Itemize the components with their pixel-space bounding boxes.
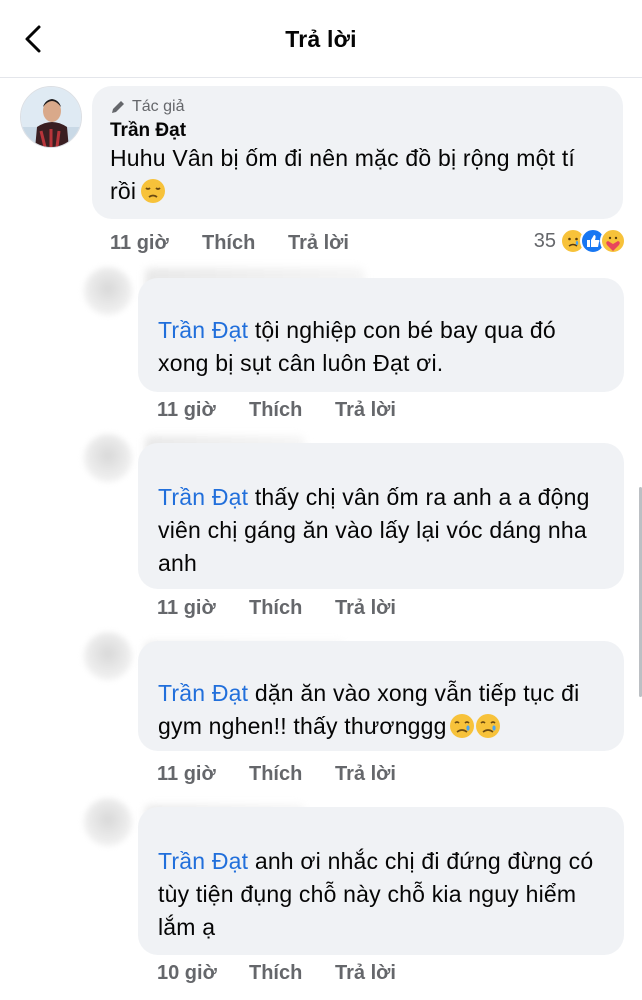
mention-link[interactable]: Trần Đạt [158,680,248,706]
reply-time: 11 giờ [157,399,216,421]
reply-text: Trần Đạt dặn ăn vào xong vẫn tiếp tục đi… [158,677,604,748]
reply-bubble[interactable]: Trần Đạt tội nghiệp con bé bay qua đó xo… [138,278,624,392]
comment-text: Huhu Vân bị ốm đi nên mặc đồ bị rộng một… [110,142,605,213]
reply-button[interactable]: Trả lời [288,232,349,255]
reaction-summary[interactable]: 35 [534,228,626,254]
mention-link[interactable]: Trần Đạt [158,484,248,510]
reply-text: Trần Đạt tội nghiệp con bé bay qua đó xo… [158,317,556,376]
author-comment-bubble[interactable]: Tác giả Trần Đạt Huhu Vân bị ốm đi nên m… [92,86,623,219]
reply-text: Trần Đạt thấy chị vân ốm ra anh a a động… [158,484,590,576]
comment-time: 11 giờ [110,232,169,254]
reply-actions: 11 giờ Thích Trả lời [157,763,396,786]
pencil-icon [112,101,124,113]
reply-time: 11 giờ [157,597,216,619]
avatar[interactable] [84,434,132,482]
reply-button[interactable]: Trả lời [335,962,396,985]
top-bar: Trả lời [0,0,642,78]
reaction-count: 35 [533,229,556,252]
page-title: Trả lời [285,26,357,52]
mention-link[interactable]: Trần Đạt [158,848,248,874]
reply-time: 11 giờ [157,763,216,785]
reply-button[interactable]: Trả lời [335,763,396,786]
reply-actions: 11 giờ Thích Trả lời [157,597,396,620]
avatar[interactable] [84,632,132,680]
reply-text: Trần Đạt anh ơi nhắc chị đi đứng đừng có… [158,848,594,940]
like-button[interactable]: Thích [249,597,335,620]
reply-time: 10 giờ [157,962,217,984]
reply-actions: 11 giờ Thích Trả lời [157,399,396,422]
comment-actions: 11 giờ Thích Trả lời [110,232,349,255]
crying-face-icon [449,713,475,748]
author-badge: Tác giả [110,96,605,118]
comment-author-name[interactable]: Trần Đạt [110,120,605,142]
reply-bubble[interactable]: Trần Đạt thấy chị vân ốm ra anh a a động… [138,443,624,589]
avatar[interactable] [20,86,82,148]
author-badge-label: Tác giả [132,98,185,115]
like-button[interactable]: Thích [249,399,335,422]
like-button[interactable]: Thích [249,763,335,786]
reply-actions: 10 giờ Thích Trả lời [157,962,396,985]
reply-button[interactable]: Trả lời [335,399,396,422]
avatar[interactable] [84,267,132,315]
mention-link[interactable]: Trần Đạt [158,317,248,343]
like-button[interactable]: Thích [202,232,288,255]
reply-button[interactable]: Trả lời [335,597,396,620]
reply-bubble[interactable]: Trần Đạt dặn ăn vào xong vẫn tiếp tục đi… [138,641,624,751]
reply-bubble[interactable]: Trần Đạt anh ơi nhắc chị đi đứng đừng có… [138,807,624,955]
crying-face-icon [475,713,501,748]
avatar[interactable] [84,798,132,846]
pensive-face-icon [140,178,166,213]
care-reaction-icon [600,228,626,254]
like-button[interactable]: Thích [249,962,335,985]
